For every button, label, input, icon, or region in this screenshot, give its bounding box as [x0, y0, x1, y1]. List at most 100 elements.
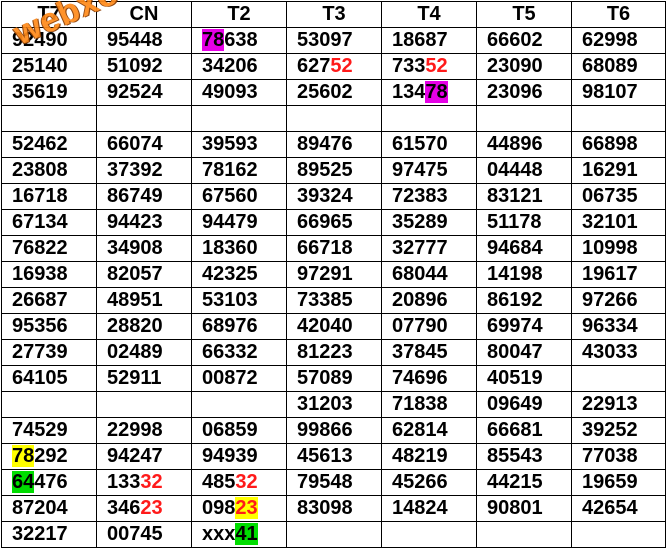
result-cell: 52911	[96, 365, 192, 392]
highlighted-digits: 32	[140, 471, 163, 493]
result-cell	[381, 105, 477, 132]
number-suffix: 476	[34, 471, 68, 493]
highlighted-digits: 78	[12, 445, 35, 467]
lottery-results-table: T7 CN T2 T3 T4 T5 T6 92490 95448 78638 5309…	[1, 1, 666, 548]
result-cell: 26687	[1, 287, 97, 314]
result-cell: 53097	[286, 27, 382, 54]
result-cell: 19659	[571, 469, 666, 496]
result-cell: 69974	[476, 313, 572, 340]
result-cell: 09823	[191, 495, 287, 522]
table-row: 35619 92524 49093 25602 13478 23096 98107	[1, 79, 666, 106]
table-row: 64476 13332 48532 79548 45266 44215 19659	[1, 469, 666, 496]
result-cell: 49093	[191, 79, 287, 106]
highlighted-digits: 32	[235, 471, 258, 493]
result-cell: 02489	[96, 339, 192, 366]
highlighted-digits: 78	[202, 29, 225, 51]
table-row: 52462 66074 39593 89476 61570 44896 66898	[1, 131, 666, 158]
header-t2: T2	[191, 1, 287, 28]
result-cell: 82057	[96, 261, 192, 288]
number-prefix: 134	[392, 81, 426, 103]
result-cell: 44896	[476, 131, 572, 158]
result-cell: 14824	[381, 495, 477, 522]
number-prefix: 346	[107, 497, 141, 519]
table-row: 95356 28820 68976 42040 07790 69974 96334	[1, 313, 666, 340]
header-t3: T3	[286, 1, 382, 28]
result-cell: 34623	[96, 495, 192, 522]
result-cell: 94684	[476, 235, 572, 262]
header-t5: T5	[476, 1, 572, 28]
result-cell: 25140	[1, 53, 97, 80]
result-cell: 16718	[1, 183, 97, 210]
result-cell: 85543	[476, 443, 572, 470]
header-t7: T7	[1, 1, 97, 28]
header-row: T7 CN T2 T3 T4 T5 T6	[1, 1, 666, 28]
result-cell: 92490	[1, 27, 97, 54]
result-cell: 74529	[1, 417, 97, 444]
result-cell: 14198	[476, 261, 572, 288]
result-cell: 06859	[191, 417, 287, 444]
header-t4: T4	[381, 1, 477, 28]
result-cell: 45613	[286, 443, 382, 470]
result-cell: 06735	[571, 183, 666, 210]
result-cell: 48532	[191, 469, 287, 496]
result-cell: 89525	[286, 157, 382, 184]
result-cell: 42654	[571, 495, 666, 522]
result-cell: 66332	[191, 339, 287, 366]
result-cell	[381, 521, 477, 548]
result-cell: 00872	[191, 365, 287, 392]
result-cell: 07790	[381, 313, 477, 340]
result-cell: 66074	[96, 131, 192, 158]
table-row: 27739 02489 66332 81223 37845 80047 43033	[1, 339, 666, 366]
result-cell	[571, 105, 666, 132]
result-cell: 77038	[571, 443, 666, 470]
result-cell: 39593	[191, 131, 287, 158]
result-cell: 37392	[96, 157, 192, 184]
result-cell: 95356	[1, 313, 97, 340]
table-row: 64105 52911 00872 57089 74696 40519	[1, 365, 666, 392]
result-cell: 28820	[96, 313, 192, 340]
result-cell: 44215	[476, 469, 572, 496]
result-cell: 90801	[476, 495, 572, 522]
result-cell: 18360	[191, 235, 287, 262]
result-cell: 68044	[381, 261, 477, 288]
highlighted-digits: 41	[235, 523, 258, 545]
result-cell: 61570	[381, 131, 477, 158]
header-t6: T6	[571, 1, 666, 28]
result-cell: 52462	[1, 131, 97, 158]
result-cell: 42040	[286, 313, 382, 340]
results-body: 92490 95448 78638 53097 18687 66602 62998 25140…	[1, 27, 666, 548]
number-prefix: 133	[107, 471, 141, 493]
result-cell	[286, 105, 382, 132]
result-cell: 48951	[96, 287, 192, 314]
table-row: 87204 34623 09823 83098 14824 90801 42654	[1, 495, 666, 522]
result-cell: 66898	[571, 131, 666, 158]
table-row: 92490 95448 78638 53097 18687 66602 62998	[1, 27, 666, 54]
result-cell	[96, 391, 192, 418]
result-cell: 94423	[96, 209, 192, 236]
highlighted-digits: 52	[330, 55, 353, 77]
result-cell: 20896	[381, 287, 477, 314]
result-cell: 27739	[1, 339, 97, 366]
result-cell: 64105	[1, 365, 97, 392]
result-cell: 48219	[381, 443, 477, 470]
highlighted-digits: 52	[425, 55, 448, 77]
number-prefix: 627	[297, 55, 331, 77]
result-cell: 19617	[571, 261, 666, 288]
result-cell: 04448	[476, 157, 572, 184]
result-cell: 76822	[1, 235, 97, 262]
table-row: 25140 51092 34206 62752 73352 23090 68089	[1, 53, 666, 80]
result-cell: 66965	[286, 209, 382, 236]
result-cell: 64476	[1, 469, 97, 496]
result-cell: 35289	[381, 209, 477, 236]
result-cell: 79548	[286, 469, 382, 496]
result-cell: 68976	[191, 313, 287, 340]
result-cell: 95448	[96, 27, 192, 54]
result-cell: 99866	[286, 417, 382, 444]
result-cell: 96334	[571, 313, 666, 340]
result-cell: 67134	[1, 209, 97, 236]
highlighted-digits: 23	[235, 497, 258, 519]
number-prefix: 098	[202, 497, 236, 519]
result-cell: 23096	[476, 79, 572, 106]
result-cell: 83121	[476, 183, 572, 210]
result-cell: 78162	[191, 157, 287, 184]
